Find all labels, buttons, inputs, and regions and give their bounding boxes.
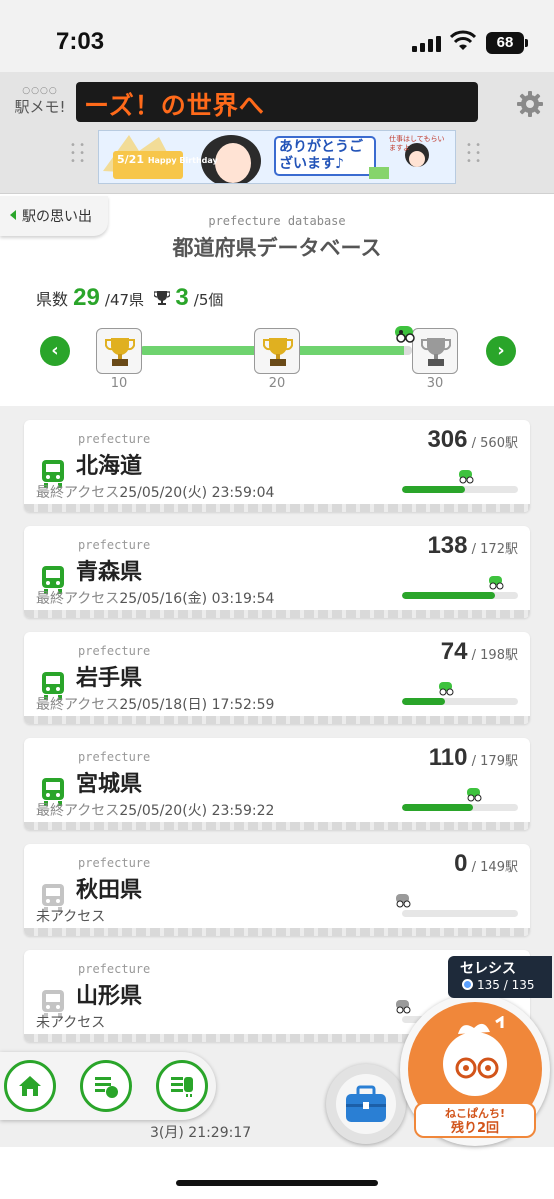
silver-trophy-icon	[421, 338, 451, 366]
ticker-text: ーズ！の世界へ	[84, 91, 265, 120]
milestone-trophy-30	[412, 328, 458, 374]
neko-punch-button[interactable]: ねこぱんち! 残り2回	[400, 994, 550, 1146]
back-button[interactable]: 駅の思い出	[0, 196, 108, 236]
prefecture-card[interactable]: prefecture 北海道最終アクセス25/05/20(火) 23:59:04 3…	[24, 420, 530, 512]
prefecture-card[interactable]: prefecture 岩手県最終アクセス25/05/18(日) 17:52:59 7…	[24, 632, 530, 724]
card-caption: prefecture	[78, 538, 151, 552]
prefecture-name: 岩手県	[76, 666, 143, 691]
prefecture-card[interactable]: prefecture 秋田県未アクセス 0 / 149駅	[24, 844, 530, 936]
prefecture-name: 秋田県	[76, 878, 143, 903]
prefecture-name: 北海道	[76, 454, 143, 479]
banner-side-text: 仕事はしてもらいますよ	[389, 135, 445, 152]
station-count: 138 / 172駅	[427, 532, 518, 559]
collection-counts: 県数 29 /47県 3 /5個	[36, 284, 223, 312]
milestone-trophy-20	[254, 328, 300, 374]
nav-list-button[interactable]	[80, 1060, 132, 1112]
trophy-icon	[153, 291, 171, 305]
station-count: 0 / 149駅	[454, 850, 518, 877]
status-time: 7:03	[56, 28, 105, 55]
app-logo-text: 駅メモ!	[14, 98, 66, 116]
station-count: 110 / 179駅	[428, 744, 518, 771]
last-access: 未アクセス	[36, 1015, 106, 1031]
banner-birthday-text: 5/21 Happy Birthday	[117, 153, 218, 166]
next-arrow-button[interactable]: ›	[486, 336, 516, 366]
item-bag-button[interactable]	[326, 1064, 406, 1144]
mini-mascot-icon	[396, 894, 411, 908]
card-caption: prefecture	[78, 962, 151, 976]
prefecture-name: 宮城県	[76, 772, 143, 797]
mini-mascot-icon	[489, 576, 504, 590]
station-count: 306 / 560駅	[427, 426, 518, 453]
station-progress-bar	[402, 592, 518, 599]
milestone-label: 10	[110, 376, 128, 391]
pref-count-total: /47県	[104, 291, 145, 309]
gear-icon[interactable]	[516, 90, 544, 118]
milestone-label: 20	[268, 376, 286, 391]
station-progress-bar	[402, 698, 518, 705]
trophy-count-total: /5個	[193, 291, 224, 309]
station-progress-bar	[402, 804, 518, 811]
card-caption: prefecture	[78, 432, 151, 446]
character-hp: 135 / 135	[462, 978, 534, 992]
card-caption: prefecture	[78, 750, 151, 764]
pref-count-value: 29	[73, 284, 100, 311]
last-access: 最終アクセス25/05/18(日) 17:52:59	[36, 697, 275, 713]
partial-access-time: 3(月) 21:29:17	[150, 1125, 252, 1141]
station-progress-bar	[402, 910, 518, 917]
trophy-count-value: 3	[175, 284, 189, 311]
last-access: 最終アクセス25/05/20(火) 23:59:04	[36, 485, 275, 501]
app-logo[interactable]: ○○○○ 駅メモ!	[10, 86, 70, 117]
gold-trophy-icon	[105, 338, 135, 366]
character-name: セレシス	[460, 961, 516, 977]
back-button-label: 駅の思い出	[22, 209, 92, 225]
banner-message: ありがとうございます♪	[279, 139, 363, 172]
status-bar: 7:03 68	[0, 0, 554, 72]
gold-trophy-icon	[263, 338, 293, 366]
last-access: 最終アクセス25/05/16(金) 03:19:54	[36, 591, 275, 607]
battery-indicator: 68	[486, 32, 528, 54]
prefecture-name: 青森県	[76, 560, 143, 585]
card-caption: prefecture	[78, 856, 151, 870]
prefecture-name: 山形県	[76, 984, 143, 1009]
home-indicator	[176, 1180, 378, 1186]
last-access: 未アクセス	[36, 909, 106, 925]
page-title: 都道府県データベース	[172, 236, 382, 260]
home-icon	[19, 1076, 41, 1096]
mini-mascot-icon	[396, 1000, 411, 1014]
station-count: 74 / 198駅	[440, 638, 518, 665]
nav-home-button[interactable]	[4, 1060, 56, 1112]
nav-station-list-button[interactable]	[156, 1060, 208, 1112]
milestone-trophy-10	[96, 328, 142, 374]
banner-dots-right: • • • • • •	[466, 140, 481, 167]
character-status-chip[interactable]: セレシス 135 / 135	[448, 956, 552, 998]
punch-mascot-icon	[443, 1016, 507, 1096]
prefecture-card[interactable]: prefecture 宮城県最終アクセス25/05/20(火) 23:59:22 1…	[24, 738, 530, 830]
last-access: 最終アクセス25/05/20(火) 23:59:22	[36, 803, 275, 819]
mini-mascot-icon	[439, 682, 454, 696]
ticker-display: ーズ！の世界へ	[76, 82, 478, 122]
mini-mascot-icon	[467, 788, 482, 802]
hp-orb-icon	[462, 979, 473, 990]
milestone-label: 30	[426, 376, 444, 391]
cellular-signal-icon	[412, 34, 441, 52]
bottom-strip	[0, 1147, 554, 1199]
wifi-icon	[450, 30, 476, 50]
app-header: ○○○○ 駅メモ! ーズ！の世界へ • • • • • • • • • • • •	[0, 72, 554, 194]
prev-arrow-button[interactable]: ‹	[40, 336, 70, 366]
station-list-icon	[171, 1077, 193, 1097]
back-arrow-icon	[10, 210, 16, 220]
bottom-nav	[0, 1052, 216, 1120]
train-mascot-icon	[395, 326, 415, 343]
list-mascot-icon	[95, 1077, 118, 1098]
station-progress-bar	[402, 486, 518, 493]
card-caption: prefecture	[78, 644, 151, 658]
briefcase-icon	[346, 1085, 386, 1122]
prefecture-card[interactable]: prefecture 青森県最終アクセス25/05/16(金) 03:19:54 1…	[24, 526, 530, 618]
neko-punch-label: ねこぱんち! 残り2回	[414, 1102, 536, 1138]
mini-mascot-icon	[459, 470, 474, 484]
event-banner[interactable]: 5/21 Happy Birthday ありがとうございます♪ 仕事はしてもらい…	[98, 130, 456, 184]
banner-dots-left: • • • • • •	[70, 140, 85, 167]
pref-count-label: 県数	[36, 290, 69, 309]
